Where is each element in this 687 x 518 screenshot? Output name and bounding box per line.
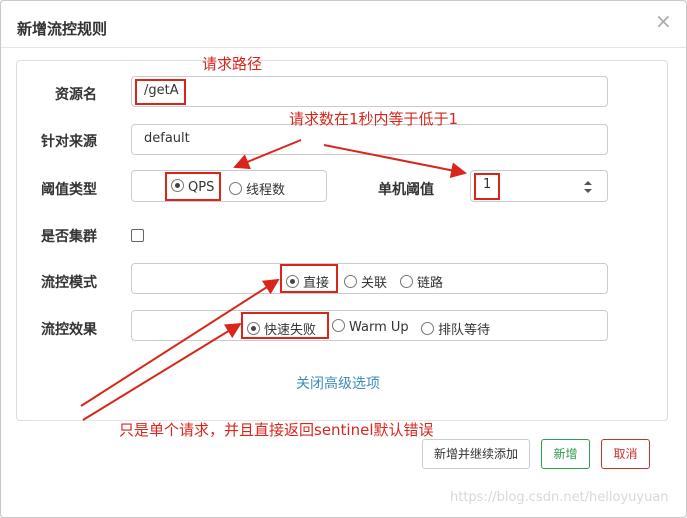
watermark-text: https://blog.csdn.net/helloyuyuan xyxy=(450,490,669,505)
arrow-to-qps xyxy=(233,139,302,170)
add-flow-rule-dialog: 新增流控规则 × 资源名 /getA 针对来源 default 阈值类型 QPS… xyxy=(0,0,687,518)
arrow-to-direct xyxy=(80,278,280,407)
annotation-arrows xyxy=(80,139,467,421)
arrow-to-fast-fail xyxy=(82,322,242,421)
arrow-to-threshold xyxy=(323,144,467,179)
